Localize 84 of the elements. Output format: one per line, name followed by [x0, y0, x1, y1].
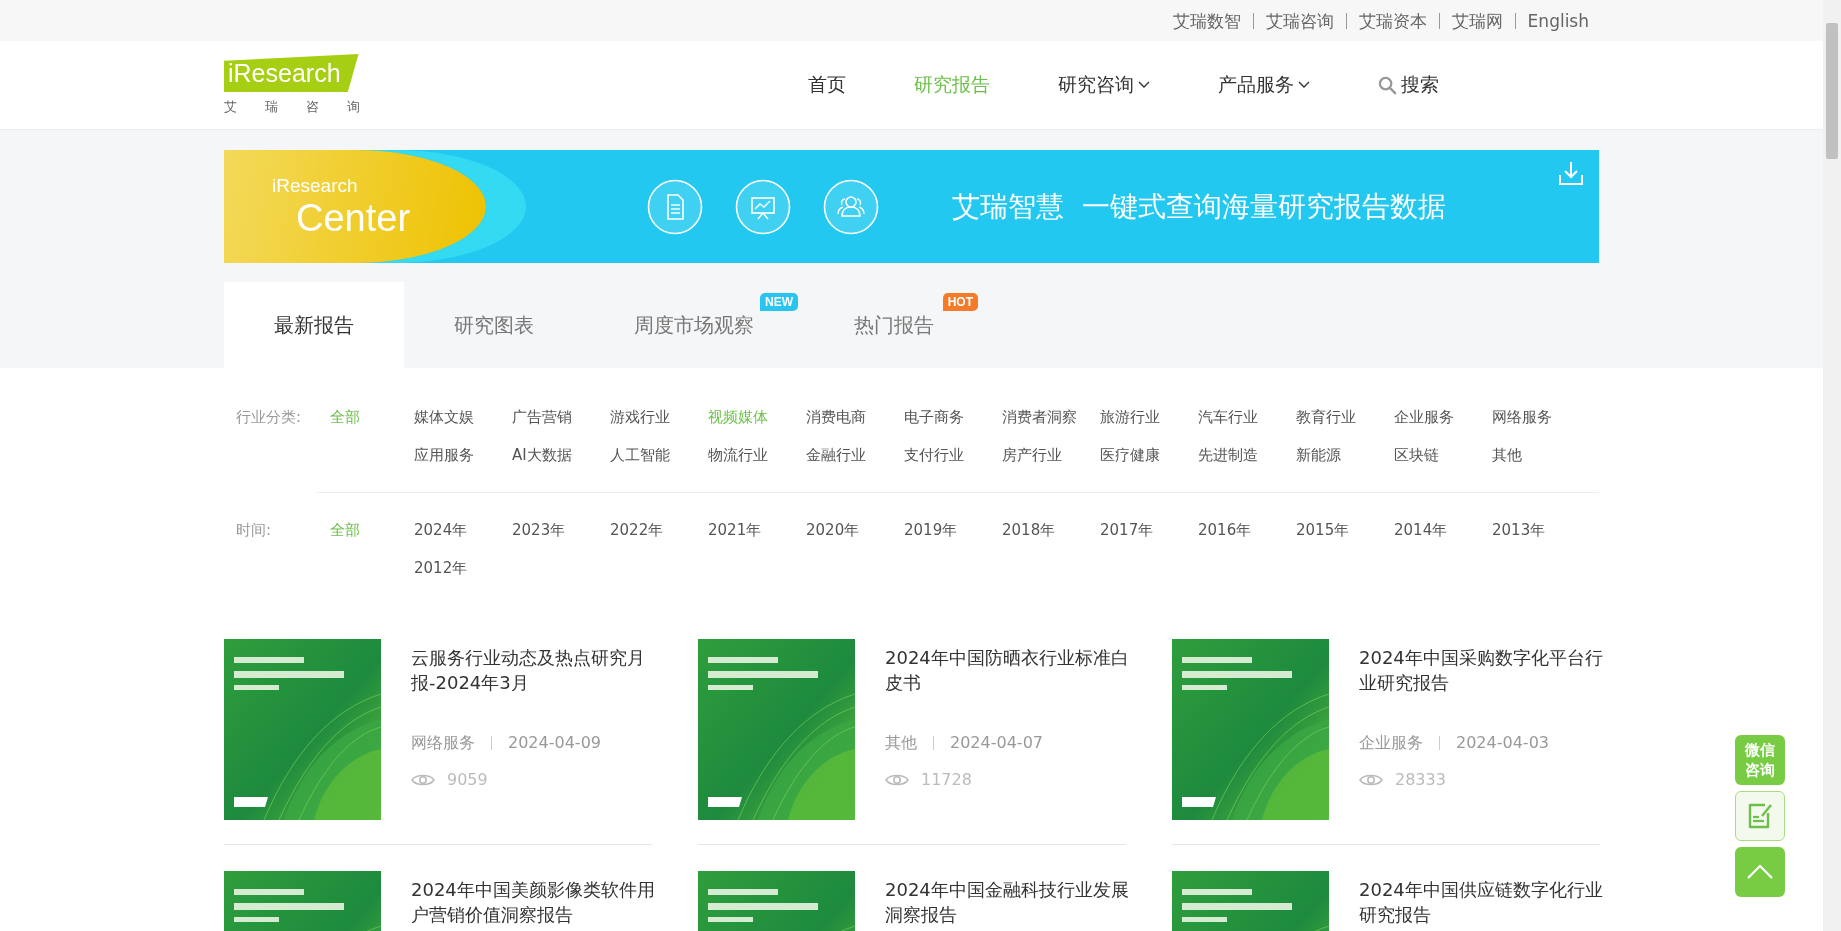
report-title[interactable]: 2024年中国金融科技行业发展洞察报告 — [885, 877, 1141, 927]
filter-option[interactable]: 2012年 — [414, 549, 512, 587]
filter-option[interactable]: 2013年 — [1492, 511, 1590, 549]
nav-link[interactable]: 产品服务 — [1218, 72, 1310, 98]
top-link[interactable]: 艾瑞数智 — [1160, 12, 1254, 29]
filter-option[interactable]: 2017年 — [1100, 511, 1198, 549]
filter-option[interactable]: 电子商务 — [904, 398, 1002, 436]
filter-option[interactable]: 房产行业 — [1002, 436, 1100, 474]
filter-option[interactable]: 2020年 — [806, 511, 904, 549]
filter-option[interactable]: 物流行业 — [708, 436, 806, 474]
filter-option[interactable]: 2022年 — [610, 511, 708, 549]
filter-label: 行业分类: — [235, 407, 303, 428]
feedback-button[interactable] — [1735, 791, 1785, 841]
view-count: 9059 — [447, 770, 488, 789]
filter-option[interactable]: 其他 — [1492, 436, 1590, 474]
banner-title: Center — [296, 196, 412, 239]
filter-option[interactable]: 人工智能 — [610, 436, 708, 474]
nav-link[interactable]: 研究咨询 — [1058, 72, 1150, 98]
filter-option[interactable]: 消费者洞察 — [1002, 398, 1100, 436]
report-date: 2024-04-03 — [1455, 733, 1549, 752]
filter-option[interactable]: 应用服务 — [414, 436, 512, 474]
view-count: 11728 — [921, 770, 972, 789]
tab[interactable]: 热门报告 HOT — [804, 282, 984, 368]
tab[interactable]: 最新报告 — [224, 282, 404, 368]
filter-option[interactable]: 新能源 — [1296, 436, 1394, 474]
filter-label: 时间: — [235, 520, 273, 541]
users-icon — [823, 178, 879, 235]
document-icon — [647, 178, 703, 235]
top-link[interactable]: 艾瑞资本 — [1346, 12, 1440, 29]
report-title[interactable]: 2024年中国供应链数字化行业研究报告 — [1359, 877, 1615, 927]
badge: HOT — [942, 293, 978, 311]
filter-option[interactable]: 2023年 — [512, 511, 610, 549]
report-category: 网络服务 — [411, 735, 492, 750]
filter-option[interactable]: 2015年 — [1296, 511, 1394, 549]
nav-link[interactable]: 搜索 — [1378, 72, 1439, 98]
scrollbar-thumb[interactable] — [1826, 23, 1838, 159]
report-title[interactable]: 2024年中国采购数字化平台行业研究报告 — [1359, 645, 1615, 695]
filter-option[interactable]: 2016年 — [1198, 511, 1296, 549]
tab[interactable]: 周度市场观察 NEW — [584, 282, 804, 368]
download-icon[interactable] — [1557, 160, 1585, 186]
view-count: 28333 — [1395, 770, 1446, 789]
filter-option[interactable]: 2019年 — [904, 511, 1002, 549]
banner-slogan: 一键式查询海量研究报告数据 — [1082, 188, 1446, 225]
presentation-icon — [735, 178, 791, 235]
filter-option[interactable]: 消费电商 — [806, 398, 904, 436]
filter-option[interactable]: 企业服务 — [1394, 398, 1492, 436]
filter-option[interactable]: 游戏行业 — [610, 398, 708, 436]
filter-option[interactable]: 教育行业 — [1296, 398, 1394, 436]
filter-option[interactable]: 2018年 — [1002, 511, 1100, 549]
filter-option[interactable]: 2021年 — [708, 511, 806, 549]
logo-subtitle: 艾 瑞 咨 询 — [224, 98, 374, 116]
caret-icon — [1138, 81, 1150, 89]
search-icon — [1378, 75, 1397, 95]
filter-option[interactable]: 2024年 — [414, 511, 512, 549]
banner-slogan: 艾瑞智慧 — [952, 188, 1064, 225]
report-date: 2024-04-09 — [507, 733, 601, 752]
filter-option[interactable]: 媒体文娱 — [414, 398, 512, 436]
report-title[interactable]: 2024年中国美颜影像类软件用户营销价值洞察报告 — [411, 877, 667, 927]
tab[interactable]: 研究图表 — [404, 282, 584, 368]
filter-option[interactable]: 广告营销 — [512, 398, 610, 436]
top-link[interactable]: English — [1515, 12, 1589, 29]
filter-option[interactable]: 网络服务 — [1492, 398, 1590, 436]
filter-option[interactable]: 金融行业 — [806, 436, 904, 474]
report-title[interactable]: 云服务行业动态及热点研究月报-2024年3月 — [411, 645, 667, 695]
filter-option[interactable]: 汽车行业 — [1198, 398, 1296, 436]
filter-option[interactable]: 先进制造 — [1198, 436, 1296, 474]
report-category: 其他 — [885, 735, 934, 750]
top-link[interactable]: 艾瑞网 — [1439, 12, 1516, 29]
badge: NEW — [760, 293, 798, 311]
banner-brand: iResearch — [272, 174, 359, 197]
filter-option[interactable]: 区块链 — [1394, 436, 1492, 474]
caret-icon — [1298, 81, 1310, 89]
filter-option[interactable]: AI大数据 — [512, 436, 610, 474]
report-date: 2024-04-07 — [949, 733, 1043, 752]
report-title[interactable]: 2024年中国防晒衣行业标准白皮书 — [885, 645, 1141, 695]
filter-option[interactable]: 医疗健康 — [1100, 436, 1198, 474]
filter-option[interactable]: 旅游行业 — [1100, 398, 1198, 436]
scrollbar[interactable] — [1823, 0, 1841, 931]
filter-option[interactable]: 2014年 — [1394, 511, 1492, 549]
back-to-top-button[interactable] — [1735, 847, 1785, 897]
nav-link[interactable]: 首页 — [808, 72, 846, 98]
filter-option[interactable]: 支付行业 — [904, 436, 1002, 474]
top-link[interactable]: 艾瑞咨询 — [1253, 12, 1347, 29]
report-category: 企业服务 — [1359, 735, 1440, 750]
